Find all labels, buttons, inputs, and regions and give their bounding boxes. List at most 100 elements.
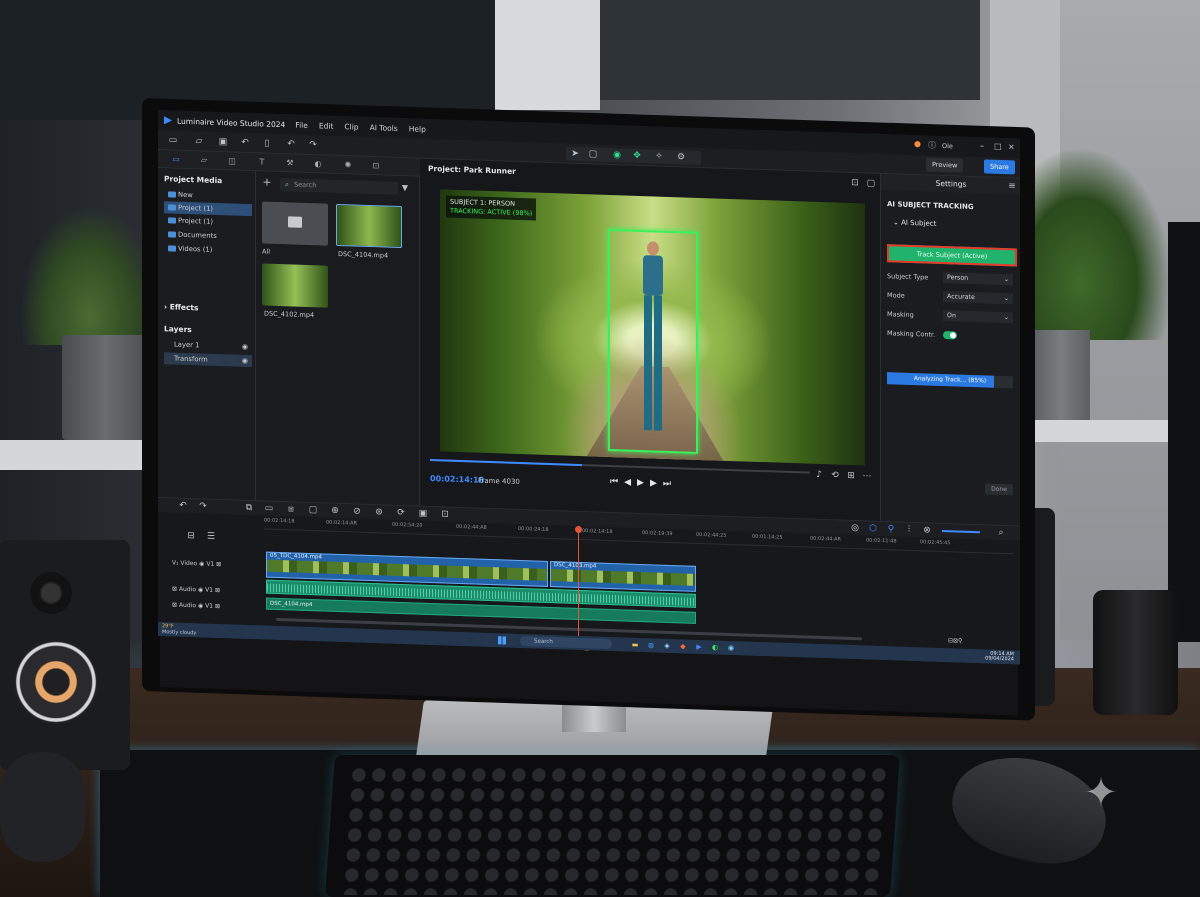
volume-icon[interactable]: ♪ [812,468,826,482]
paste-icon[interactable]: ▭ [262,501,276,515]
menu-icon[interactable]: ≡ [1005,179,1019,193]
tracking-tool-icon[interactable]: ✥ [630,149,644,163]
magic-tool-icon[interactable]: ✧ [652,149,666,163]
fullscreen-icon[interactable]: ⊡ [848,176,862,190]
menu-ai-tools[interactable]: AI Tools [370,123,398,133]
system-clock[interactable]: 09:14 AM 09/04/2024 [985,651,1014,663]
user-name[interactable]: Ole [942,142,953,150]
pin-icon[interactable]: ⚲ [884,522,898,536]
tree-item-project[interactable]: Project (1) [164,214,252,229]
timeline-playhead[interactable] [578,525,579,636]
settings-icon[interactable]: ⊗ [920,523,934,537]
track-list-icon[interactable]: ☰ [204,530,218,544]
image-icon[interactable]: ▣ [416,507,430,521]
video-frame[interactable]: SUBJECT 1: PERSON TRACKING: ACTIVE (98%) [440,189,865,466]
eye-icon[interactable]: ◉ [199,560,204,567]
save-icon[interactable]: ▣ [216,135,230,149]
video-clip[interactable]: DSC_4103.mp4 [550,561,696,592]
trim-icon[interactable]: ▢ [306,503,320,517]
redo-icon[interactable]: ↷ [306,138,320,152]
zoom-slider[interactable] [942,530,980,534]
settings-gear-icon[interactable]: ⚙ [674,150,688,164]
app2-icon[interactable]: ◐ [708,640,722,654]
share-button[interactable]: Share [984,159,1015,175]
lock-icon[interactable]: ⊠ [172,601,177,608]
undo-icon[interactable]: ↶ [176,499,190,513]
loop-icon[interactable]: ⟲ [828,468,842,482]
render-icon[interactable]: ◎ [848,521,862,535]
menu-clip[interactable]: Clip [344,122,358,131]
masking-select[interactable]: On ⌄ [943,310,1013,324]
video-studio-taskbar-icon[interactable]: ▶ [692,640,706,654]
tab-color-icon[interactable]: ◐ [312,158,324,170]
file-explorer-icon[interactable]: ▬ [628,638,642,652]
aspect-icon[interactable]: ⊞ [844,469,858,483]
eye-icon[interactable]: ◉ [242,341,248,353]
filter-icon[interactable]: ▼ [398,181,412,195]
lock-icon[interactable]: ⊠ [172,585,177,592]
track-settings-icon[interactable]: ⊟ [184,529,198,543]
lock-icon[interactable]: ⊠ [216,561,221,568]
layer-item-transform[interactable]: Transform ◉ [164,352,252,368]
mode-select[interactable]: Accurate ⌄ [943,291,1013,305]
done-button[interactable]: Done [985,483,1013,496]
notification-icon[interactable]: ● [914,139,921,148]
eye-tool-icon[interactable]: ◉ [610,148,624,162]
crop-tool-icon[interactable]: ▢ [586,147,600,161]
tab-export-icon[interactable]: ⊡ [370,160,382,172]
tree-item-documents[interactable]: Documents [164,228,252,243]
speed-icon[interactable]: ⊘ [350,504,364,518]
options-icon[interactable]: ⋯ [860,469,874,483]
close-icon[interactable]: × [1008,142,1015,151]
browser-icon[interactable]: ◍ [644,638,658,652]
new-folder-icon[interactable]: ▱ [192,134,206,148]
rotate-icon[interactable]: ⟳ [394,506,408,520]
lock-icon[interactable]: ⊠ [215,603,220,610]
store-icon[interactable]: ◈ [660,639,674,653]
transport-controls[interactable]: ⏮◀▶▶⏭ [610,477,677,489]
eye-icon[interactable]: ◉ [242,355,248,367]
tree-item-videos[interactable]: Videos (1) [164,242,252,257]
audio-mix-icon[interactable]: ⫶ [902,523,916,537]
subtitle-icon[interactable]: ⊡ [438,507,452,521]
track-subject-button[interactable]: Track Subject (Active) [887,244,1017,267]
undo-history-icon[interactable]: ↶ [284,137,298,151]
tab-effects-icon[interactable]: ✺ [342,159,354,171]
tab-text-icon[interactable]: T [256,156,268,168]
minimize-icon[interactable]: – [980,141,984,150]
effects-section[interactable]: › Effects [164,302,198,312]
delete-icon[interactable]: ▯ [260,136,274,150]
lock-icon[interactable]: ⊠ [215,587,220,594]
ai-subject-subsection[interactable]: ⌄ AI Subject [893,218,936,227]
weather-widget[interactable]: 29°F Mostly cloudy [162,623,196,636]
media-thumb-all[interactable] [262,201,328,246]
tag-icon[interactable]: ⊛ [372,505,386,519]
tracking-bounding-box[interactable] [608,228,698,454]
redo-icon[interactable]: ↷ [196,499,210,513]
menu-help[interactable]: Help [409,124,426,134]
menu-file[interactable]: File [295,120,308,129]
media-thumb-dsc4102[interactable] [262,263,328,308]
select-tool-icon[interactable]: ➤ [568,147,582,161]
tab-stack-icon[interactable]: ◫ [226,155,238,167]
masking-control-toggle[interactable] [943,331,957,340]
tab-folder-icon[interactable]: ▱ [198,154,210,166]
track-options-icon[interactable]: ⊟⊠⚲ [948,634,962,648]
preview-button[interactable]: Preview [926,157,964,173]
marker-icon[interactable]: ⬡ [866,521,880,535]
tab-media-icon[interactable]: ▭ [170,153,182,165]
layer-item[interactable]: Layer 1 ◉ [164,338,252,353]
taskbar-search-input[interactable]: Search [520,636,612,650]
media-thumb-dsc4104[interactable] [336,203,402,249]
undo-icon[interactable]: ↶ [238,136,252,150]
maximize-icon[interactable]: □ [994,142,1002,151]
zoom-icon[interactable]: ⌕ [994,526,1008,540]
copy-icon[interactable]: ⧉ [242,501,256,515]
start-icon[interactable] [498,636,506,645]
speaker-icon[interactable]: ◉ [198,602,203,609]
app-icon[interactable]: ◆ [676,639,690,653]
add-media-icon[interactable]: + [260,175,274,189]
snap-icon[interactable]: ⊕ [328,504,342,518]
crop-view-icon[interactable]: ▢ [864,176,878,190]
app3-icon[interactable]: ◉ [724,641,738,655]
